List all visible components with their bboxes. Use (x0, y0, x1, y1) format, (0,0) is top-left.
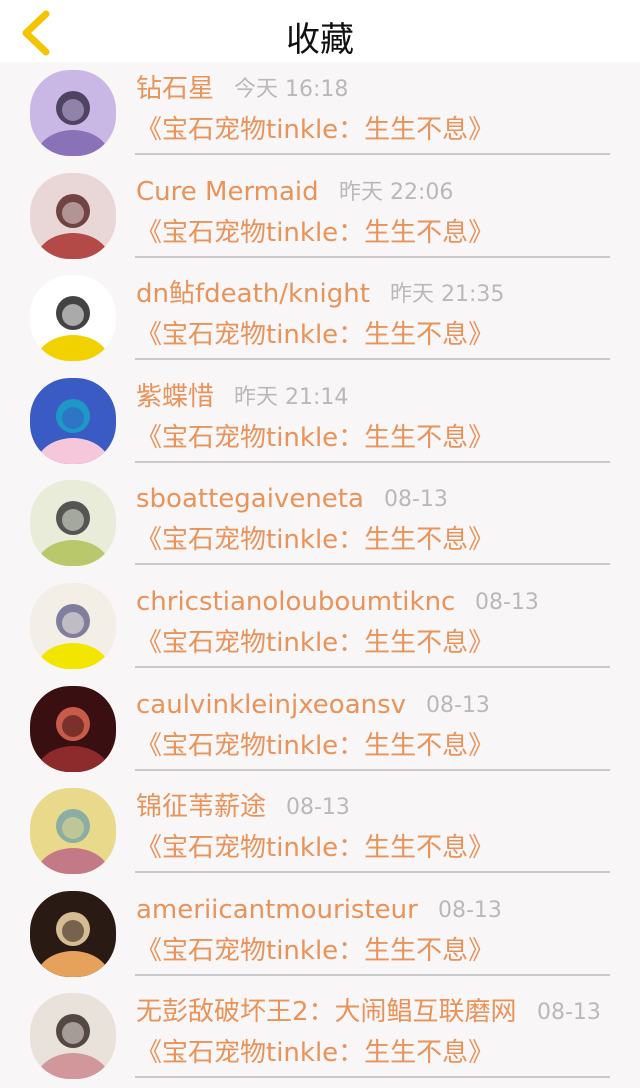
item-subtitle: 《宝石宠物tinkle：生生不息》 (136, 320, 495, 351)
timestamp: 昨天 22:06 (339, 179, 454, 205)
contact-name: caulvinkleinjxeoansv (136, 689, 407, 720)
row-divider (135, 665, 610, 668)
item-subtitle: 《宝石宠物tinkle：生生不息》 (136, 627, 495, 658)
item-subtitle: 《宝石宠物tinkle：生生不息》 (136, 422, 495, 453)
timestamp: 昨天 21:35 (390, 282, 505, 308)
nav-bar: 收藏 (0, 0, 640, 62)
contact-name: Cure Mermaid (136, 176, 319, 207)
list-item[interactable]: sboattegaiveneta 08-13 《宝石宠物tinkle：生生不息》 (0, 472, 640, 575)
row-divider (135, 768, 610, 771)
contact-name: 无彭敌破坏王2：大闹鲳互联磨网 (136, 997, 517, 1028)
row-divider (135, 153, 610, 155)
avatar[interactable] (30, 172, 116, 259)
list-item[interactable]: ameriicantmouristeur 08-13 《宝石宠物tinkle：生生不… (0, 883, 640, 986)
row-divider (135, 255, 610, 258)
contact-name: 钻石星 (136, 74, 215, 104)
item-subtitle: 《宝石宠物tinkle：生生不息》 (136, 730, 495, 761)
row-divider (135, 1076, 610, 1079)
item-subtitle: 《宝石宠物tinkle：生生不息》 (136, 525, 495, 556)
timestamp: 08-13 (286, 795, 350, 821)
timestamp: 今天 16:18 (234, 77, 349, 102)
row-divider (135, 871, 610, 874)
contact-name: chricstianolouboumtiknc (136, 586, 456, 617)
avatar[interactable] (30, 275, 116, 362)
favorites-list: 钻石星 今天 16:18 《宝石宠物tinkle：生生不息》 Cure Mermaid… (0, 62, 640, 1088)
avatar[interactable] (30, 70, 116, 156)
contact-name: 锦征苇薪途 (136, 792, 267, 823)
list-item[interactable]: 钻石星 今天 16:18 《宝石宠物tinkle：生生不息》 (0, 62, 640, 165)
row-divider (135, 358, 610, 361)
row-divider (135, 460, 610, 463)
avatar[interactable] (30, 993, 116, 1080)
timestamp: 08-13 (384, 487, 448, 513)
contact-name: dn鲇fdeath/knight (136, 279, 370, 310)
contact-name: 紫蝶惜 (136, 381, 215, 412)
row-divider (135, 973, 610, 976)
avatar[interactable] (30, 582, 116, 669)
avatar[interactable] (30, 377, 116, 464)
page-title: 收藏 (286, 20, 354, 60)
contact-name: sboattegaiveneta (136, 484, 364, 515)
avatar[interactable] (30, 890, 116, 977)
list-item[interactable]: 紫蝶惜 昨天 21:14 《宝石宠物tinkle：生生不息》 (0, 370, 640, 473)
item-subtitle: 《宝石宠物tinkle：生生不息》 (136, 1038, 495, 1069)
list-item[interactable]: caulvinkleinjxeoansv 08-13 《宝石宠物tinkle：生生不… (0, 678, 640, 781)
item-subtitle: 《宝石宠物tinkle：生生不息》 (136, 217, 495, 248)
item-subtitle: 《宝石宠物tinkle：生生不息》 (136, 115, 495, 145)
avatar[interactable] (30, 788, 116, 875)
item-subtitle: 《宝石宠物tinkle：生生不息》 (136, 833, 495, 864)
item-subtitle: 《宝石宠物tinkle：生生不息》 (136, 935, 495, 966)
timestamp: 08-13 (438, 897, 502, 923)
avatar[interactable] (30, 480, 116, 567)
contact-name: ameriicantmouristeur (136, 894, 418, 925)
timestamp: 08-13 (426, 692, 490, 718)
timestamp: 08-13 (475, 589, 539, 615)
timestamp: 08-13 (537, 1000, 601, 1026)
row-divider (135, 563, 610, 566)
list-item[interactable]: Cure Mermaid 昨天 22:06 《宝石宠物tinkle：生生不息》 (0, 165, 640, 268)
timestamp: 昨天 21:14 (234, 384, 349, 410)
list-item[interactable]: 无彭敌破坏王2：大闹鲳互联磨网 08-13 《宝石宠物tinkle：生生不息》 (0, 985, 640, 1088)
avatar[interactable] (30, 685, 116, 772)
list-item[interactable]: dn鲇fdeath/knight 昨天 21:35 《宝石宠物tinkle：生生不息… (0, 267, 640, 370)
list-item[interactable]: chricstianolouboumtiknc 08-13 《宝石宠物tinkle：… (0, 575, 640, 678)
list-item[interactable]: 锦征苇薪途 08-13 《宝石宠物tinkle：生生不息》 (0, 780, 640, 883)
